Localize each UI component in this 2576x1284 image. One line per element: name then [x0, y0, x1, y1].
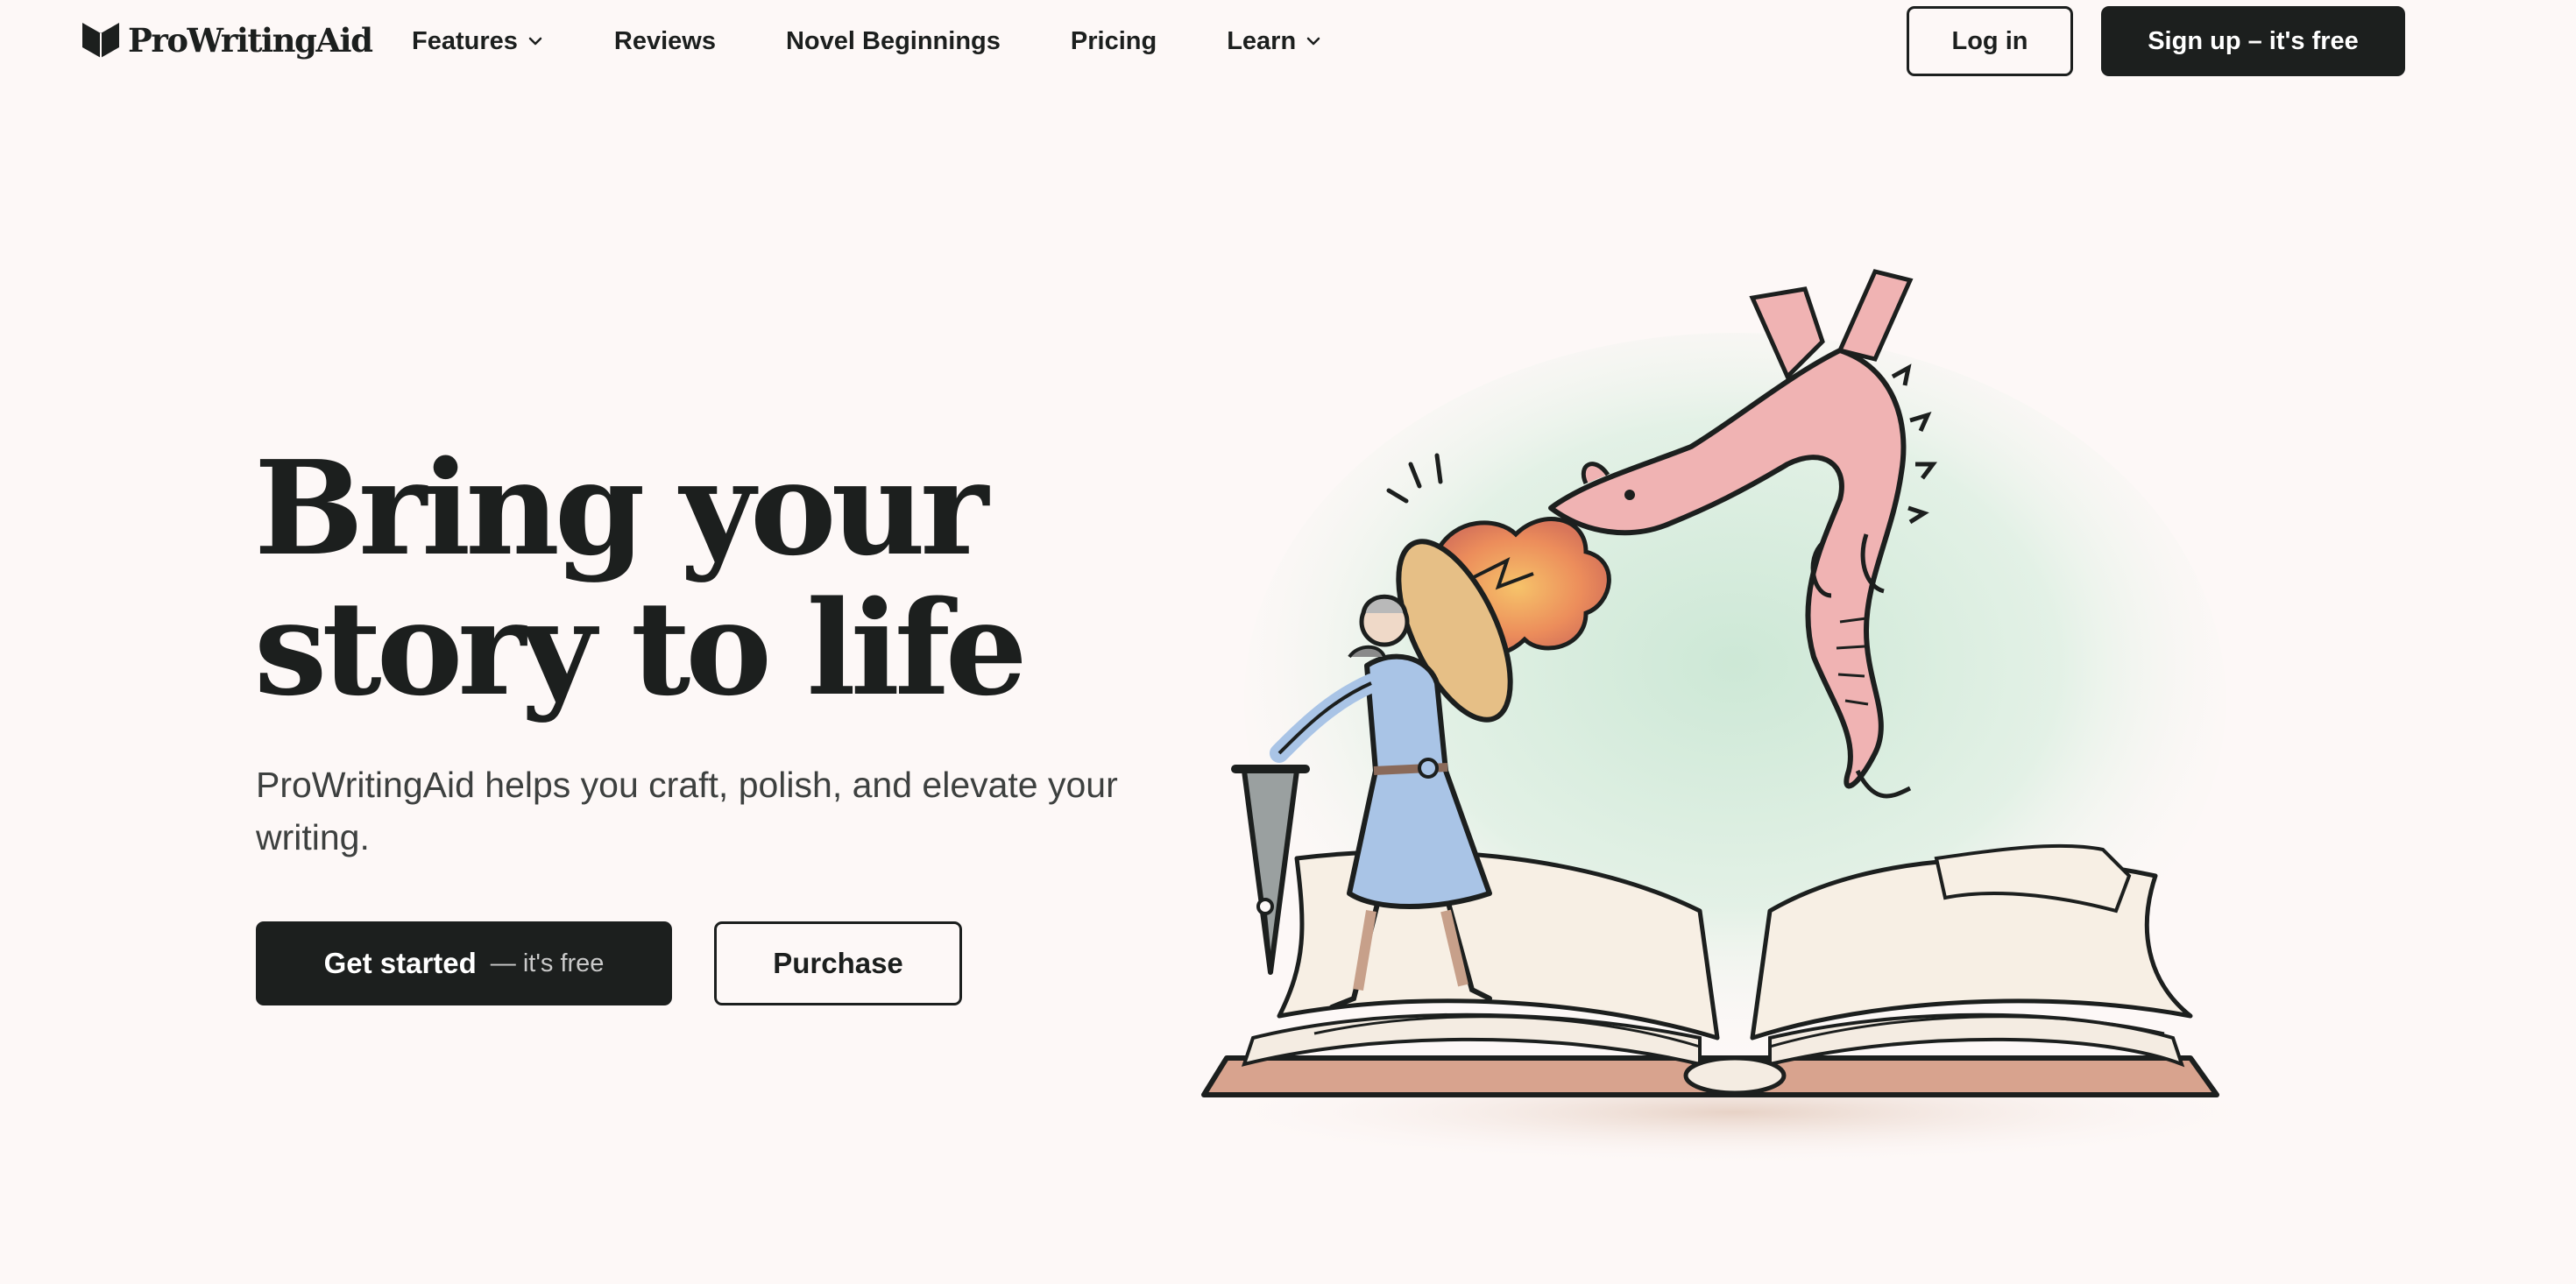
nav-item-learn[interactable]: Learn	[1227, 27, 1322, 56]
nav-links: Features Reviews Novel Beginnings Pricin…	[412, 23, 1392, 60]
get-started-suffix: — it's free	[490, 949, 605, 977]
knight-dragon-book-illustration	[1192, 269, 2278, 1165]
nav-item-label: Learn	[1227, 26, 1297, 55]
brand-logo[interactable]: ProWritingAid	[81, 19, 373, 61]
signup-button[interactable]: Sign up – it's free	[2101, 6, 2405, 76]
top-navigation: ProWritingAid Features Reviews Novel Beg…	[0, 0, 2576, 82]
login-button[interactable]: Log in	[1907, 6, 2073, 76]
brand-name: ProWritingAid	[128, 21, 373, 60]
hero-title: Bring your story to life	[254, 438, 1043, 718]
hero-title-line-2: story to life	[254, 572, 1028, 724]
hero-title-line-1: Bring your	[254, 432, 988, 584]
book-logo-icon	[82, 23, 119, 58]
nav-item-label: Pricing	[1070, 26, 1157, 55]
nav-item-label: Features	[412, 26, 518, 55]
get-started-label: Get started	[323, 947, 477, 979]
nav-item-label: Novel Beginnings	[785, 26, 1001, 55]
nav-item-novel-beginnings[interactable]: Novel Beginnings	[786, 27, 1001, 56]
chevron-down-icon	[528, 37, 542, 46]
purchase-button[interactable]: Purchase	[714, 921, 962, 1005]
nav-item-reviews[interactable]: Reviews	[614, 27, 716, 56]
nav-item-label: Reviews	[613, 26, 716, 55]
chevron-down-icon	[1306, 37, 1320, 46]
nav-item-features[interactable]: Features	[412, 27, 544, 56]
get-started-button[interactable]: Get started — it's free	[256, 921, 672, 1005]
book-spine	[1683, 1055, 1787, 1096]
nav-item-pricing[interactable]: Pricing	[1071, 27, 1157, 56]
hero-subtitle: ProWritingAid helps you craft, polish, a…	[256, 765, 1118, 857]
pen-nib-sword	[1231, 765, 1310, 975]
